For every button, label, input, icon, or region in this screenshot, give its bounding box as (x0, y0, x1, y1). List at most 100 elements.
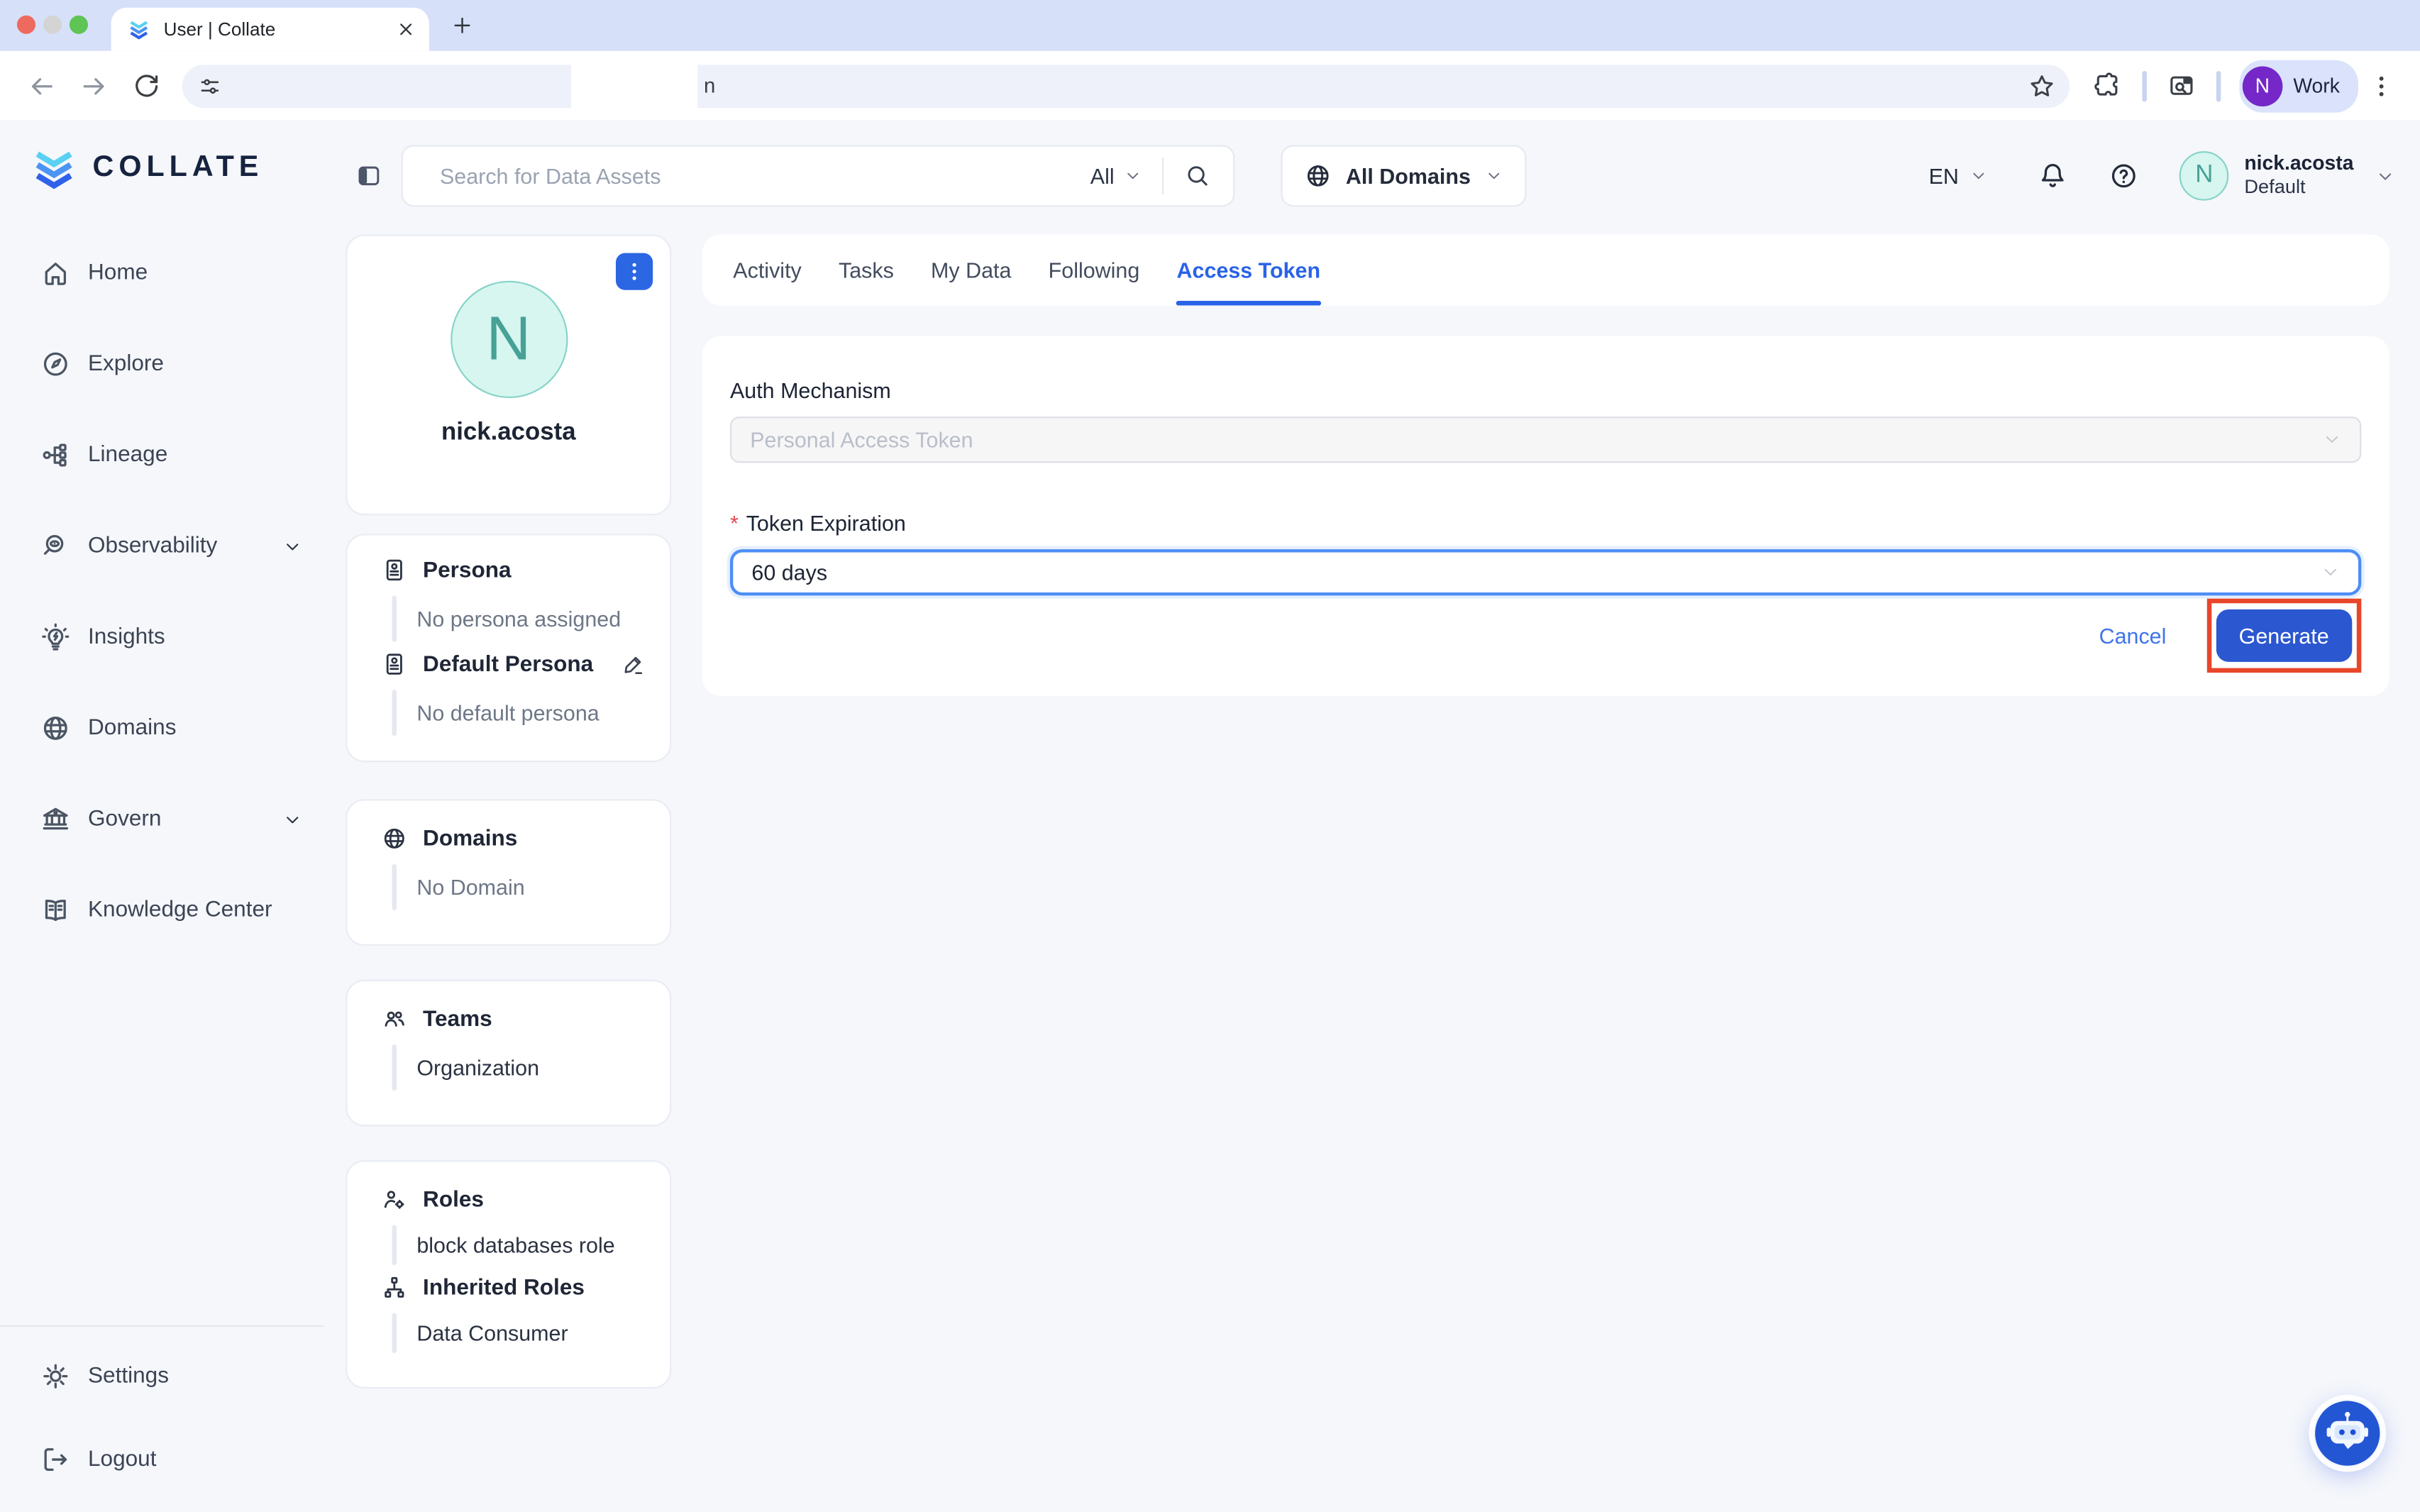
browser-tab[interactable]: User | Collate (111, 8, 429, 51)
token-expiration-value: 60 days (751, 560, 827, 585)
sidebar-item-label: Observability (88, 534, 217, 558)
sidebar-item-home[interactable]: Home (0, 242, 324, 304)
search-scope-dropdown[interactable]: All (1090, 163, 1142, 188)
sidebar-item-label: Logout (88, 1447, 156, 1472)
access-token-form: Auth Mechanism Personal Access Token *To… (702, 336, 2389, 696)
new-tab-icon[interactable] (451, 14, 474, 38)
sidebar-item-explore[interactable]: Explore (0, 333, 324, 395)
tab-label: Access Token (1177, 258, 1321, 282)
avatar: N (450, 281, 567, 398)
auth-mechanism-label: Auth Mechanism (730, 378, 2361, 403)
chevron-down-icon (282, 536, 302, 556)
sidebar-item-knowledge-center[interactable]: Knowledge Center (0, 879, 324, 941)
side-panel-search-icon[interactable] (2167, 71, 2196, 100)
collate-logo[interactable]: COLLATE (31, 145, 264, 191)
sidebar-item-label: Knowledge Center (88, 898, 272, 923)
sidebar-footer: Settings Logout (0, 1325, 324, 1491)
back-icon[interactable] (26, 70, 57, 101)
team-link[interactable]: Organization (416, 1044, 539, 1091)
forward-icon[interactable] (79, 70, 110, 101)
domains-card: Domains No Domain (346, 799, 671, 946)
sidebar-item-govern[interactable]: Govern (0, 788, 324, 850)
sidebar-collapse-icon[interactable] (355, 162, 382, 189)
persona-card: Persona No persona assigned Default Pers… (346, 534, 671, 762)
tab-close-icon[interactable] (395, 18, 416, 40)
language-dropdown[interactable]: EN (1929, 163, 1989, 188)
tab-my-data[interactable]: My Data (931, 235, 1011, 306)
url-visible-text: n (704, 73, 715, 96)
teams-card: Teams Organization (346, 980, 671, 1127)
traffic-light-close[interactable] (17, 16, 35, 34)
sidebar-item-label: Insights (88, 625, 165, 650)
browser-menu-icon[interactable] (2367, 72, 2395, 99)
robot-icon (2314, 1399, 2382, 1467)
persona-section-title: Persona (347, 557, 670, 583)
user-gear-icon (381, 1186, 407, 1213)
url-redaction-patch (571, 58, 697, 114)
generate-button-annotated: Generate (2206, 599, 2361, 673)
site-settings-icon[interactable] (197, 73, 222, 98)
user-menu[interactable]: nick.acosta Default (2244, 151, 2353, 200)
sidebar-item-settings[interactable]: Settings (0, 1345, 324, 1407)
browser-profile-avatar: N (2243, 65, 2283, 106)
extensions-icon[interactable] (2093, 71, 2122, 100)
generate-button[interactable]: Generate (2216, 609, 2352, 662)
user-subtitle: Default (2244, 177, 2353, 201)
language-label: EN (1929, 163, 1959, 188)
sidebar-item-domains[interactable]: Domains (0, 697, 324, 759)
sidebar-item-logout[interactable]: Logout (0, 1429, 324, 1491)
help-icon[interactable] (2109, 160, 2140, 191)
edit-pencil-icon[interactable] (621, 652, 646, 677)
profile-actions-button[interactable] (616, 253, 653, 290)
sidebar-item-label: Lineage (88, 443, 167, 468)
tab-activity[interactable]: Activity (733, 235, 801, 306)
notifications-bell-icon[interactable] (2038, 160, 2069, 191)
cancel-button[interactable]: Cancel (2099, 623, 2167, 648)
toolbar-separator (2216, 70, 2221, 101)
app-header: COLLATE All All Domains EN (0, 121, 2420, 232)
roles-value-row: block databases role (392, 1225, 646, 1266)
teams-section-title: Teams (347, 1006, 670, 1032)
browser-toolbar: n N Work (0, 51, 2420, 121)
sidebar-item-lineage[interactable]: Lineage (0, 424, 324, 486)
observability-icon (40, 531, 72, 561)
tab-access-token[interactable]: Access Token (1177, 235, 1321, 306)
all-domains-label: All Domains (1346, 163, 1471, 188)
search-icon[interactable] (1184, 162, 1212, 189)
chatbot-button[interactable] (2314, 1399, 2382, 1467)
traffic-light-zoom[interactable] (70, 16, 88, 34)
sidebar-nav: Home Explore Lineage Observability (0, 231, 324, 1512)
reload-icon[interactable] (131, 70, 162, 101)
sidebar-item-insights[interactable]: Insights (0, 607, 324, 668)
roles-section-title: Roles (347, 1186, 670, 1213)
app-body: Home Explore Lineage Observability (0, 231, 2420, 1512)
sidebar-item-label: Domains (88, 716, 176, 741)
profile-user-name: nick.acosta (347, 419, 670, 447)
bookmark-star-icon[interactable] (2028, 72, 2055, 99)
domains-value: No Domain (416, 864, 524, 910)
tab-tasks[interactable]: Tasks (839, 235, 894, 306)
user-avatar[interactable]: N (2179, 151, 2229, 201)
search-input[interactable] (437, 162, 1090, 189)
chevron-down-icon (2323, 431, 2341, 449)
main-panel: Activity Tasks My Data Following Access … (702, 235, 2389, 696)
browser-profile-chip[interactable]: N Work (2239, 60, 2358, 112)
tab-label: My Data (931, 258, 1011, 282)
persona-value-row: No persona assigned (392, 595, 646, 641)
chevron-down-icon (1124, 167, 1142, 185)
global-search-bar[interactable]: All (402, 145, 1235, 206)
url-bar[interactable]: n (182, 64, 2070, 107)
tab-following[interactable]: Following (1049, 235, 1140, 306)
sidebar-item-observability[interactable]: Observability (0, 515, 324, 577)
inherited-roles-value-row: Data Consumer (392, 1313, 646, 1353)
page-content: N nick.acosta Persona No persona assigne… (324, 231, 2420, 1512)
chevron-down-icon[interactable] (2375, 166, 2395, 186)
browser-tab-strip: User | Collate (0, 0, 2420, 51)
bank-icon (40, 804, 72, 834)
all-domains-dropdown[interactable]: All Domains (1281, 145, 1527, 206)
traffic-light-minimize[interactable] (43, 16, 62, 34)
logout-icon (40, 1444, 72, 1474)
token-expiration-select[interactable]: 60 days (730, 549, 2361, 595)
roles-card: Roles block databases role Inherited Rol… (346, 1160, 671, 1389)
inherited-roles-title: Inherited Roles (423, 1275, 585, 1300)
